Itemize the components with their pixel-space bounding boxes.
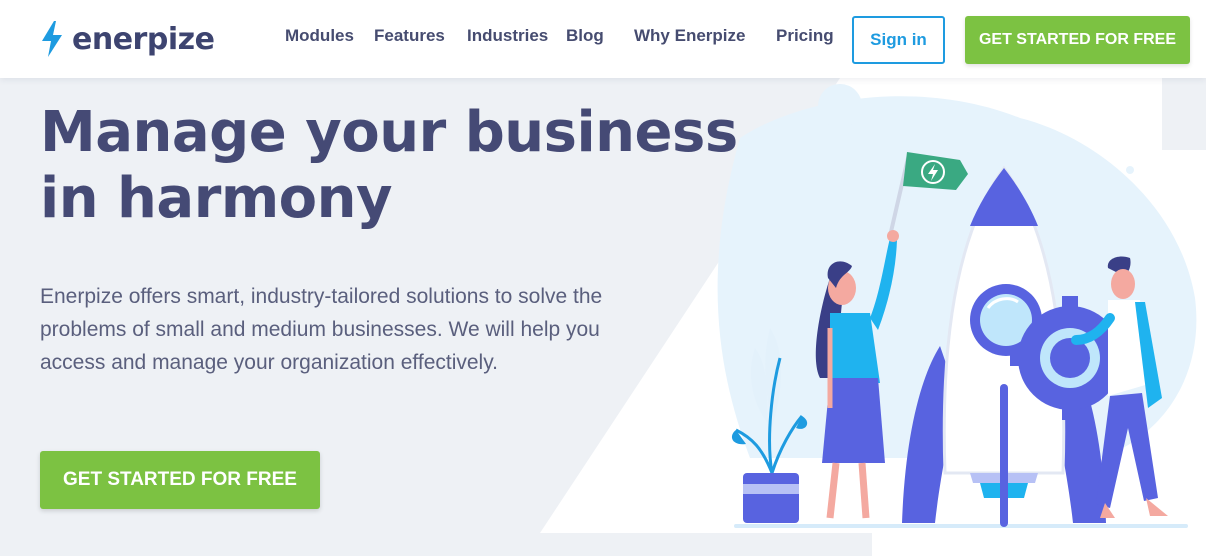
hero-description: Enerpize offers smart, industry-tailored… xyxy=(40,285,603,374)
get-started-hero-button[interactable]: GET STARTED FOR FREE xyxy=(40,451,320,509)
sign-in-button[interactable]: Sign in xyxy=(852,16,945,64)
nav-item-industries[interactable]: Industries xyxy=(467,26,548,46)
hero-illustration xyxy=(540,78,1206,556)
hero-title-line-2: in harmony xyxy=(40,166,393,231)
logo-text: enerpize xyxy=(72,21,215,57)
ground-line xyxy=(734,524,1188,528)
enerpize-logo[interactable]: enerpize xyxy=(40,18,215,60)
nav-item-modules[interactable]: Modules xyxy=(285,26,354,46)
lightning-bolt-icon xyxy=(42,21,62,57)
site-header: enerpize Modules Features Industries Blo… xyxy=(0,0,1206,78)
get-started-header-button[interactable]: GET STARTED FOR FREE xyxy=(965,16,1190,64)
nav-item-features[interactable]: Features xyxy=(374,26,445,46)
nav-item-blog[interactable]: Blog xyxy=(566,26,604,46)
nav-item-pricing[interactable]: Pricing xyxy=(776,26,834,46)
nav-item-why-enerpize[interactable]: Why Enerpize xyxy=(634,26,745,46)
